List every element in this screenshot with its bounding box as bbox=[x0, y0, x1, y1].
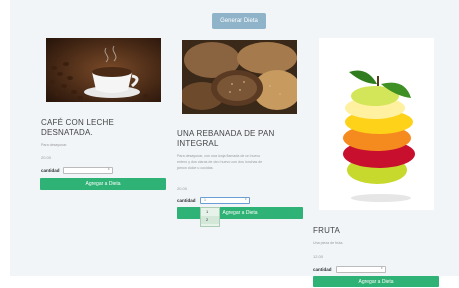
spinner-arrows-icon: ⇕ bbox=[244, 197, 247, 201]
card-price-coffee: 20.00 bbox=[41, 155, 52, 160]
card-desc-coffee: Para desayunar. bbox=[41, 143, 68, 147]
qty-select-coffee[interactable]: ⇕ bbox=[63, 167, 113, 174]
add-to-diet-button-fruit[interactable]: Agregar a Dieta bbox=[313, 276, 439, 287]
card-price-bread: 20.00 bbox=[177, 186, 188, 191]
fruit-image bbox=[319, 38, 434, 210]
spinner-arrows-icon: ⇕ bbox=[380, 266, 383, 270]
card-title-bread-line1: UNA REBANADA DE PAN bbox=[177, 129, 275, 138]
card-desc-fruit: Una pieza de fruta. bbox=[313, 241, 344, 245]
bread-image bbox=[182, 40, 297, 114]
qty-select-bread[interactable]: 1 ⇕ bbox=[200, 197, 250, 204]
card-title-fruit: FRUTA bbox=[313, 226, 341, 235]
qty-value-bread: 1 bbox=[204, 198, 206, 202]
card-desc-bread-line1: Para desayunar, con una lonja flamada de… bbox=[177, 154, 261, 158]
coffee-image bbox=[46, 38, 161, 102]
dropdown-option[interactable]: 1 bbox=[201, 208, 219, 216]
dropdown-option-selected[interactable]: 2 bbox=[201, 216, 219, 224]
card-title-bread-line2: INTEGRAL bbox=[177, 139, 219, 148]
qty-label-fruit: cantidad bbox=[313, 267, 332, 272]
qty-dropdown-list[interactable]: 1 2 bbox=[200, 207, 220, 227]
add-to-diet-button-bread[interactable]: Agregar a Dieta bbox=[177, 207, 303, 219]
spinner-arrows-icon: ⇕ bbox=[107, 167, 110, 171]
card-desc-bread-line3: jamon dulce u cocidas. bbox=[177, 166, 214, 170]
qty-select-fruit[interactable]: ⇕ bbox=[336, 266, 386, 273]
generate-diet-button[interactable]: Generar Dieta bbox=[212, 13, 266, 29]
card-price-fruit: 12.00 bbox=[313, 254, 324, 259]
qty-label-bread: cantidad bbox=[177, 198, 196, 203]
qty-label-coffee: cantidad bbox=[41, 168, 60, 173]
card-title-coffee-line1: CAFÉ CON LECHE bbox=[41, 118, 115, 127]
card-title-coffee-line2: DESNATADA. bbox=[41, 128, 93, 137]
card-desc-bread-line2: entero y dos claras de otro huevo con do… bbox=[177, 160, 263, 164]
add-to-diet-button-coffee[interactable]: Agregar a Dieta bbox=[40, 178, 166, 190]
